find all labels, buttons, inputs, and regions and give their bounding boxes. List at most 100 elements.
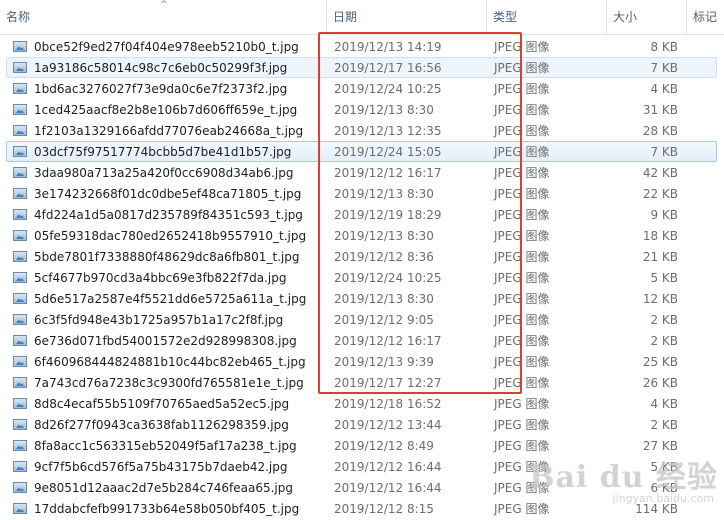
file-name: 6e736d071fbd54001572e2d928998308.jpg — [34, 334, 297, 348]
file-size: 2 KB — [650, 313, 678, 327]
file-row[interactable]: 1a93186c58014c98c7c6eb0c50299f3f.jpg 2019… — [6, 57, 717, 78]
file-size: 2 KB — [650, 334, 678, 348]
column-header-date-label: 日期 — [333, 10, 358, 24]
file-type: JPEG 图像 — [494, 460, 550, 474]
file-date: 2019/12/12 8:49 — [334, 439, 434, 453]
file-type: JPEG 图像 — [494, 271, 550, 285]
file-size: 27 KB — [642, 439, 678, 453]
file-name: 1f2103a1329166afdd77076eab24668a_t.jpg — [34, 124, 304, 138]
image-file-icon — [13, 419, 27, 430]
file-name: 1a93186c58014c98c7c6eb0c50299f3f.jpg — [34, 61, 288, 75]
file-name: 1bd6ac3276027f73e9da0c6e7f2373f2.jpg — [34, 82, 288, 96]
file-date: 2019/12/17 12:27 — [334, 376, 442, 390]
file-date: 2019/12/13 8:30 — [334, 103, 434, 117]
file-type: JPEG 图像 — [494, 229, 550, 243]
file-row[interactable]: 6f460968444824881b10c44bc82eb465_t.jpg 20… — [6, 351, 717, 372]
column-header-size[interactable]: 大小 — [607, 0, 687, 34]
file-size: 18 KB — [642, 229, 678, 243]
file-type: JPEG 图像 — [494, 439, 550, 453]
file-row[interactable]: 1f2103a1329166afdd77076eab24668a_t.jpg 20… — [6, 120, 717, 141]
file-row[interactable]: 0bce52f9ed27f04f404e978eeb5210b0_t.jpg 20… — [6, 36, 717, 57]
file-name: 5d6e517a2587e4f5521dd6e5725a611a_t.jpg — [34, 292, 307, 306]
file-size: 28 KB — [642, 124, 678, 138]
file-date: 2019/12/12 16:17 — [334, 166, 442, 180]
file-date: 2019/12/12 9:05 — [334, 313, 434, 327]
file-type: JPEG 图像 — [494, 166, 550, 180]
file-row[interactable]: 5bde7801f7338880f48629dc8a6fb801_t.jpg 20… — [6, 246, 717, 267]
file-row[interactable]: 1bd6ac3276027f73e9da0c6e7f2373f2.jpg 2019… — [6, 78, 717, 99]
image-file-icon — [13, 146, 27, 157]
image-file-icon — [13, 482, 27, 493]
file-type: JPEG 图像 — [494, 355, 550, 369]
column-header-name-label: 名称 — [6, 10, 31, 24]
column-header-type[interactable]: 类型 — [487, 0, 607, 34]
file-size: 9 KB — [650, 208, 678, 222]
file-row[interactable]: 7a743cd76a7238c3c9300fd765581e1e_t.jpg 20… — [6, 372, 717, 393]
file-row[interactable]: 6c3f5fd948e43b1725a957b1a17c2f8f.jpg 2019… — [6, 309, 717, 330]
file-name: 6f460968444824881b10c44bc82eb465_t.jpg — [34, 355, 306, 369]
file-date: 2019/12/24 10:25 — [334, 271, 442, 285]
file-type: JPEG 图像 — [494, 145, 550, 159]
file-type: JPEG 图像 — [494, 103, 550, 117]
image-file-icon — [13, 125, 27, 136]
file-size: 8 KB — [650, 40, 678, 54]
column-header-date[interactable]: 日期 — [327, 0, 487, 34]
file-size: 6 KB — [650, 481, 678, 495]
file-type: JPEG 图像 — [494, 40, 550, 54]
file-name: 9cf7f5b6cd576f5a75b43175b7daeb42.jpg — [34, 460, 288, 474]
file-type: JPEG 图像 — [494, 250, 550, 264]
file-row[interactable]: 9cf7f5b6cd576f5a75b43175b7daeb42.jpg 2019… — [6, 456, 717, 477]
column-header-bar: ^ 名称 日期 类型 大小 标记 — [0, 0, 724, 35]
file-row[interactable]: 8d26f277f0943ca3638fab1126298359.jpg 2019… — [6, 414, 717, 435]
image-file-icon — [13, 503, 27, 514]
file-row[interactable]: 17ddabcfefb991733b64e58b050bf405_t.jpg 20… — [6, 498, 717, 519]
file-row[interactable]: 9e8051d12aaac2d7e5b284c746feaa65.jpg 2019… — [6, 477, 717, 498]
file-date: 2019/12/12 8:15 — [334, 502, 434, 516]
file-type: JPEG 图像 — [494, 397, 550, 411]
file-size: 2 KB — [650, 418, 678, 432]
file-type: JPEG 图像 — [494, 187, 550, 201]
file-date: 2019/12/12 16:44 — [334, 481, 442, 495]
file-row[interactable]: 03dcf75f97517774bcbb5d7be41d1b57.jpg 2019… — [6, 141, 717, 162]
image-file-icon — [13, 62, 27, 73]
column-header-name[interactable]: ^ 名称 — [0, 0, 327, 34]
file-date: 2019/12/13 14:19 — [334, 40, 442, 54]
file-type: JPEG 图像 — [494, 502, 550, 516]
file-date: 2019/12/24 10:25 — [334, 82, 442, 96]
file-row[interactable]: 6e736d071fbd54001572e2d928998308.jpg 2019… — [6, 330, 717, 351]
file-row[interactable]: 5d6e517a2587e4f5521dd6e5725a611a_t.jpg 20… — [6, 288, 717, 309]
file-size: 114 KB — [635, 502, 678, 516]
file-type: JPEG 图像 — [494, 334, 550, 348]
file-size: 7 KB — [650, 61, 678, 75]
file-date: 2019/12/18 16:52 — [334, 397, 442, 411]
file-size: 4 KB — [650, 397, 678, 411]
image-file-icon — [13, 314, 27, 325]
file-size: 7 KB — [650, 145, 678, 159]
file-row[interactable]: 8d8c4ecaf55b5109f70765aed5a52ec5.jpg 2019… — [6, 393, 717, 414]
file-row[interactable]: 1ced425aacf8e2b8e106b7d606ff659e_t.jpg 20… — [6, 99, 717, 120]
file-size: 22 KB — [642, 187, 678, 201]
file-date: 2019/12/13 12:35 — [334, 124, 442, 138]
image-file-icon — [13, 230, 27, 241]
column-header-tags[interactable]: 标记 — [687, 0, 724, 34]
file-row[interactable]: 3daa980a713a25a420f0cc6908d34ab6.jpg 2019… — [6, 162, 717, 183]
file-size: 21 KB — [642, 250, 678, 264]
file-name: 3e174232668f01dc0dbe5ef48ca71805_t.jpg — [34, 187, 302, 201]
file-type: JPEG 图像 — [494, 313, 550, 327]
file-row[interactable]: 8fa8acc1c563315eb52049f5af17a238_t.jpg 20… — [6, 435, 717, 456]
image-file-icon — [13, 398, 27, 409]
file-row[interactable]: 3e174232668f01dc0dbe5ef48ca71805_t.jpg 20… — [6, 183, 717, 204]
file-type: JPEG 图像 — [494, 292, 550, 306]
file-size: 12 KB — [642, 292, 678, 306]
file-size: 25 KB — [642, 355, 678, 369]
file-name: 03dcf75f97517774bcbb5d7be41d1b57.jpg — [34, 145, 292, 159]
file-name: 4fd224a1d5a0817d235789f84351c593_t.jpg — [34, 208, 303, 222]
file-row[interactable]: 5cf4677b970cd3a4bbc69e3fb822f7da.jpg 2019… — [6, 267, 717, 288]
image-file-icon — [13, 104, 27, 115]
file-row[interactable]: 4fd224a1d5a0817d235789f84351c593_t.jpg 20… — [6, 204, 717, 225]
file-row[interactable]: 05fe59318dac780ed2652418b9557910_t.jpg 20… — [6, 225, 717, 246]
file-name: 0bce52f9ed27f04f404e978eeb5210b0_t.jpg — [34, 40, 299, 54]
file-date: 2019/12/12 13:44 — [334, 418, 442, 432]
image-file-icon — [13, 167, 27, 178]
file-date: 2019/12/12 8:36 — [334, 250, 434, 264]
